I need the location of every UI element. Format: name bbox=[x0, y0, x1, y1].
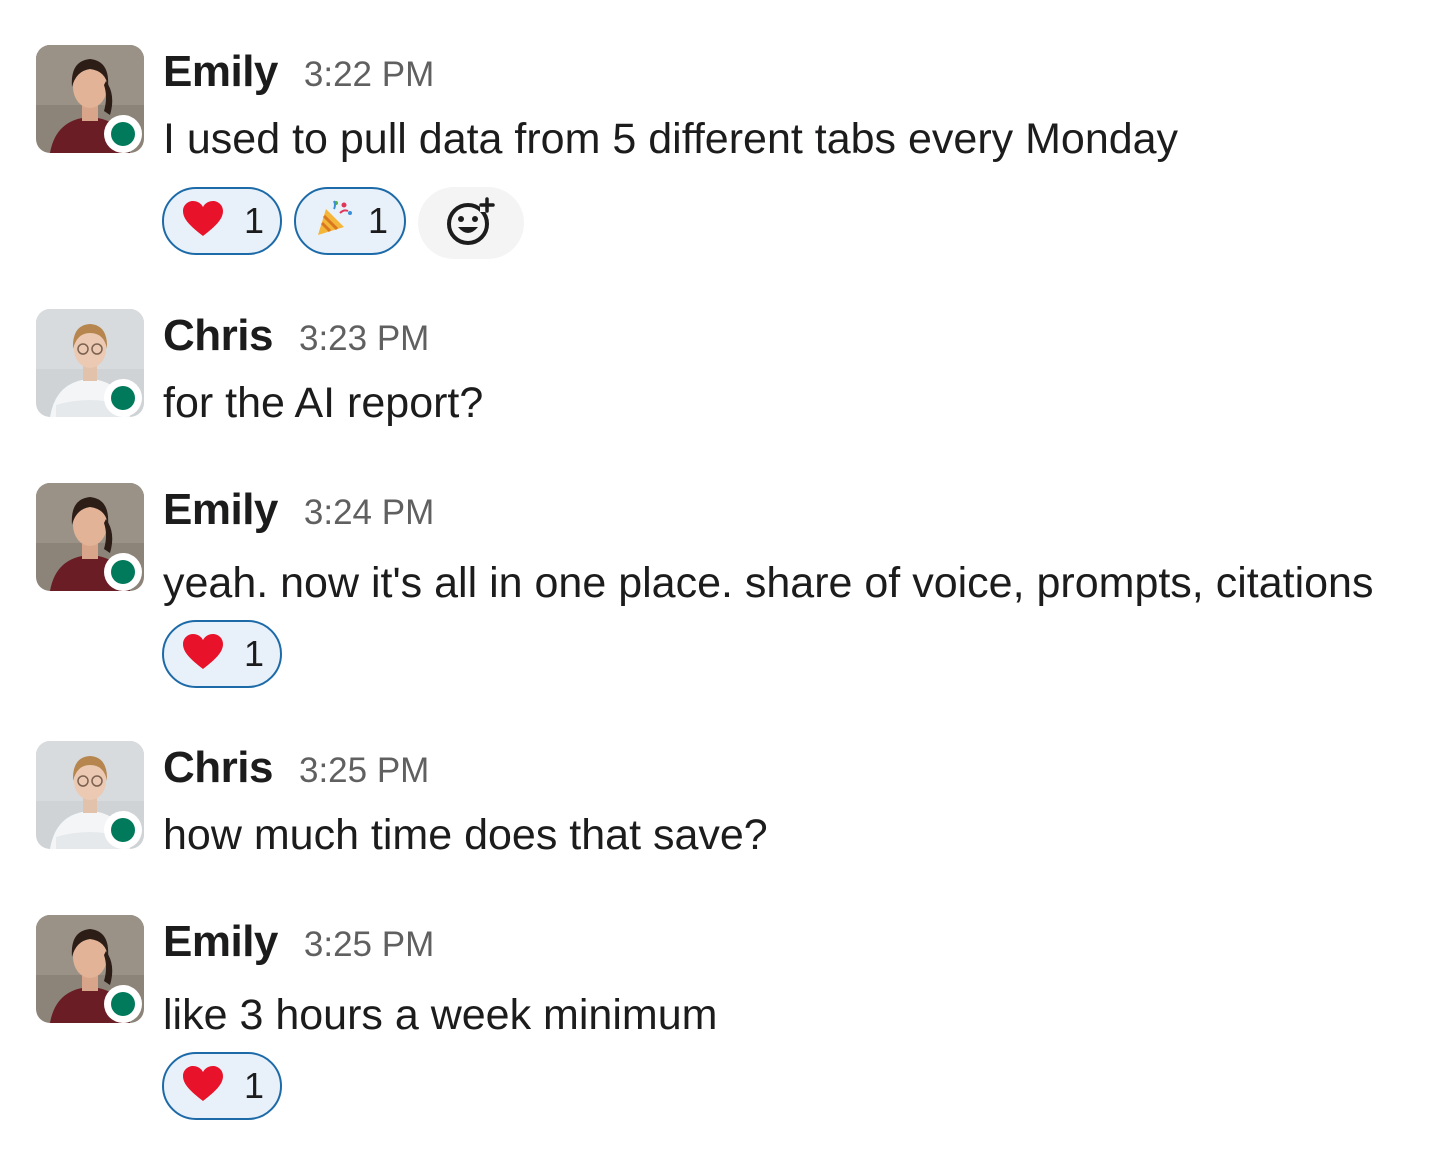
heart-icon bbox=[182, 200, 224, 243]
author-name[interactable]: Emily bbox=[163, 47, 278, 96]
online-status-indicator bbox=[104, 811, 142, 849]
author-name[interactable]: Chris bbox=[163, 743, 273, 792]
author-name[interactable]: Emily bbox=[163, 485, 278, 534]
reaction-heart[interactable]: 1 bbox=[162, 620, 283, 688]
reaction-bar: 1 bbox=[162, 620, 283, 688]
message-header: Emily 3:24 PM bbox=[163, 485, 434, 545]
online-status-indicator bbox=[104, 379, 142, 417]
reaction-heart[interactable]: 1 bbox=[162, 187, 283, 255]
reaction-count: 1 bbox=[244, 200, 265, 241]
reaction-count: 1 bbox=[368, 200, 389, 241]
heart-icon bbox=[182, 633, 224, 676]
add-emoji-icon bbox=[445, 195, 497, 252]
reaction-count: 1 bbox=[244, 633, 265, 674]
message-header: Emily 3:22 PM bbox=[163, 47, 434, 107]
timestamp[interactable]: 3:22 PM bbox=[304, 55, 434, 94]
timestamp[interactable]: 3:24 PM bbox=[304, 493, 434, 532]
online-status-indicator bbox=[104, 115, 142, 153]
reaction-heart[interactable]: 1 bbox=[162, 1052, 283, 1120]
message-text: yeah. now it's all in one place. share o… bbox=[163, 559, 1374, 607]
reaction-count: 1 bbox=[244, 1065, 265, 1106]
author-name[interactable]: Chris bbox=[163, 311, 273, 360]
message-header: Chris 3:25 PM bbox=[163, 743, 429, 803]
add-reaction-button[interactable] bbox=[418, 187, 525, 259]
message-text: I used to pull data from 5 different tab… bbox=[163, 115, 1179, 163]
message-text: how much time does that save? bbox=[163, 811, 768, 859]
message-header: Emily 3:25 PM bbox=[163, 917, 434, 977]
author-name[interactable]: Emily bbox=[163, 917, 278, 966]
timestamp[interactable]: 3:25 PM bbox=[304, 925, 434, 964]
timestamp[interactable]: 3:25 PM bbox=[299, 751, 429, 790]
heart-icon bbox=[182, 1065, 224, 1108]
message-text: for the AI report? bbox=[163, 379, 484, 427]
reaction-bar: 1 bbox=[162, 1052, 283, 1120]
timestamp[interactable]: 3:23 PM bbox=[299, 319, 429, 358]
party-popper-icon bbox=[314, 199, 354, 244]
online-status-indicator bbox=[104, 553, 142, 591]
online-status-indicator bbox=[104, 985, 142, 1023]
reaction-bar: 1 1 bbox=[162, 187, 525, 259]
message-header: Chris 3:23 PM bbox=[163, 311, 429, 371]
message-text: like 3 hours a week minimum bbox=[163, 991, 718, 1039]
reaction-party-popper[interactable]: 1 bbox=[294, 187, 407, 255]
